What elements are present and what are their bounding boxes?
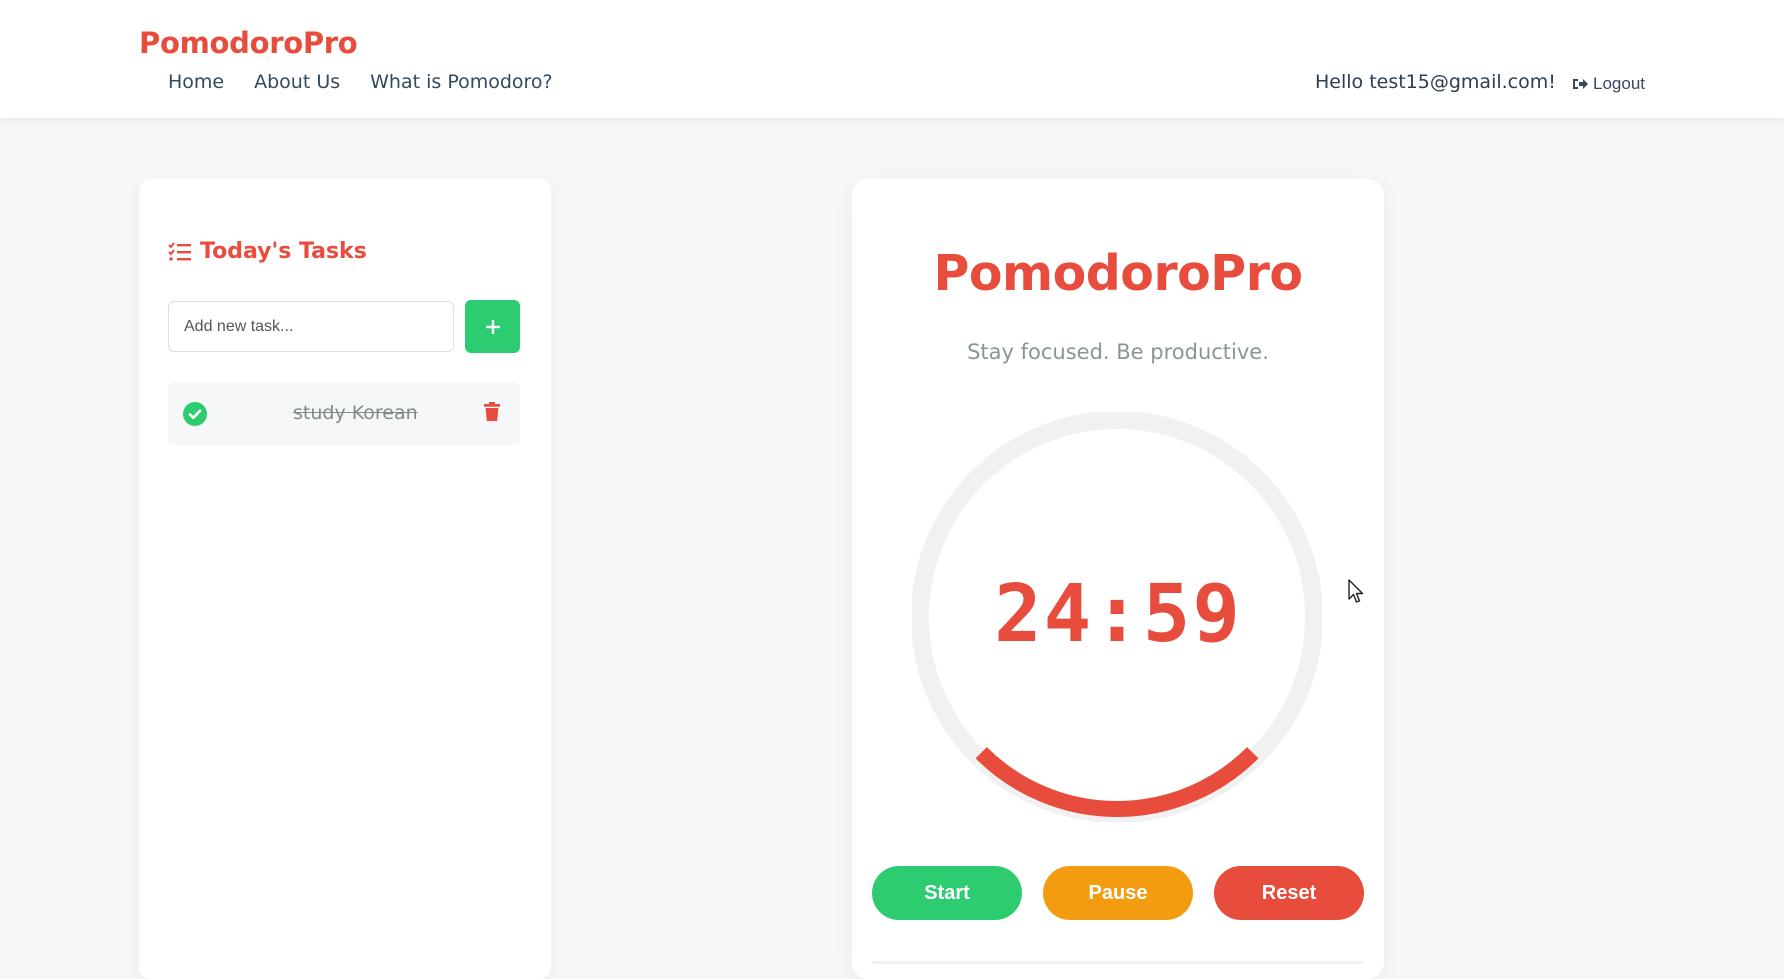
new-task-input[interactable] xyxy=(168,301,454,352)
nav-about-link[interactable]: About Us xyxy=(254,71,340,93)
pause-button[interactable]: Pause xyxy=(1043,866,1193,920)
logout-label: Logout xyxy=(1593,74,1645,93)
main-nav: Home About Us What is Pomodoro? xyxy=(168,71,553,93)
reset-button[interactable]: Reset xyxy=(1214,866,1364,920)
mouse-cursor-icon xyxy=(1348,579,1364,603)
brand-logo[interactable]: PomodoroPro xyxy=(139,26,358,60)
top-navbar: PomodoroPro Home About Us What is Pomodo… xyxy=(0,0,1784,118)
trash-icon[interactable] xyxy=(484,402,500,422)
task-text: study Korean xyxy=(293,402,418,424)
timer-title: PomodoroPro xyxy=(933,245,1303,302)
timer-display: 24:59 xyxy=(994,568,1242,660)
task-list-item: study Korean xyxy=(168,382,520,445)
logout-button[interactable]: Logout xyxy=(1572,74,1645,94)
start-button[interactable]: Start xyxy=(872,866,1022,920)
section-divider xyxy=(872,961,1364,964)
nav-what-is-pomodoro-link[interactable]: What is Pomodoro? xyxy=(370,71,553,93)
nav-home-link[interactable]: Home xyxy=(168,71,224,93)
add-task-button[interactable] xyxy=(465,300,520,353)
user-greeting: Hello test15@gmail.com! xyxy=(1315,71,1556,93)
tasks-heading: Today's Tasks xyxy=(168,239,367,264)
timer-card: PomodoroPro Stay focused. Be productive.… xyxy=(852,179,1384,979)
plus-icon xyxy=(485,319,500,334)
task-complete-toggle[interactable] xyxy=(183,402,207,426)
tasks-heading-label: Today's Tasks xyxy=(200,239,367,264)
list-check-icon xyxy=(168,241,191,261)
tasks-panel: Today's Tasks study Korean xyxy=(139,179,551,979)
check-icon xyxy=(188,409,202,420)
sign-out-icon xyxy=(1573,79,1588,89)
timer-subtitle: Stay focused. Be productive. xyxy=(967,340,1269,364)
